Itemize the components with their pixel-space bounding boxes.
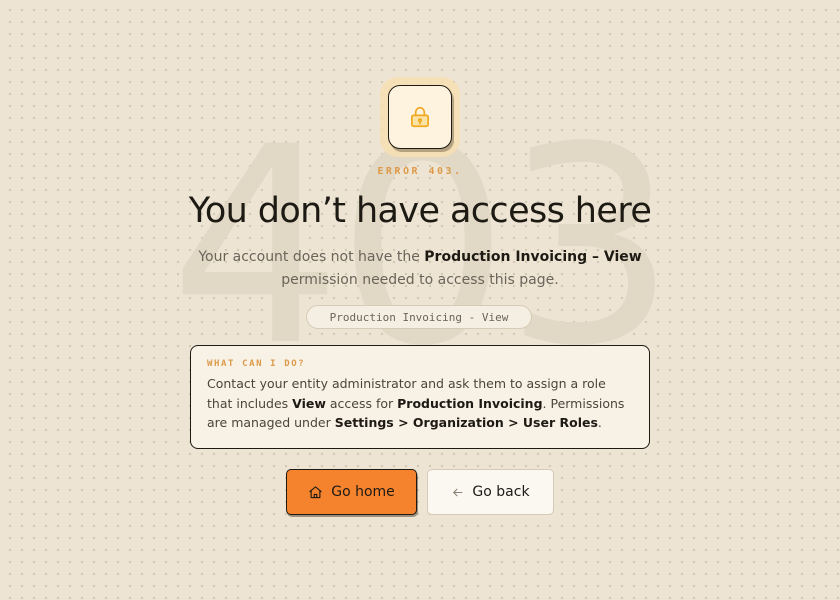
- page-title: You don’t have access here: [188, 191, 652, 231]
- help-bold-module: Production Invoicing: [397, 395, 543, 411]
- go-home-label: Go home: [331, 484, 395, 500]
- arrow-left-icon: [453, 488, 463, 496]
- error-code-label: ERROR 403.: [377, 166, 463, 177]
- subtitle-text-pre: Your account does not have the: [198, 249, 425, 265]
- help-card-text: Contact your entity administrator and as…: [207, 374, 633, 433]
- help-text-4: .: [597, 415, 602, 430]
- subtitle-text-post: permission needed to access this page.: [281, 272, 559, 288]
- permission-pill: Production Invoicing - View: [306, 305, 532, 329]
- error-page: ERROR 403. You don’t have access here Yo…: [0, 0, 840, 600]
- lock-icon-tile: [388, 85, 452, 149]
- help-text-2: access for: [325, 395, 398, 411]
- help-card: WHAT CAN I DO? Contact your entity admin…: [190, 345, 650, 449]
- home-icon: [309, 485, 322, 498]
- subtitle-permission: Production Invoicing – View: [424, 249, 642, 265]
- go-home-button[interactable]: Go home: [286, 469, 417, 515]
- help-bold-settings-path: Settings > Organization > User Roles: [334, 415, 598, 430]
- lock-icon: [411, 106, 429, 128]
- go-back-label: Go back: [472, 484, 530, 500]
- go-back-button[interactable]: Go back: [427, 469, 554, 515]
- page-subtitle: Your account does not have the Productio…: [160, 246, 680, 292]
- help-card-heading: WHAT CAN I DO?: [207, 359, 306, 369]
- help-bold-view: View: [292, 395, 326, 411]
